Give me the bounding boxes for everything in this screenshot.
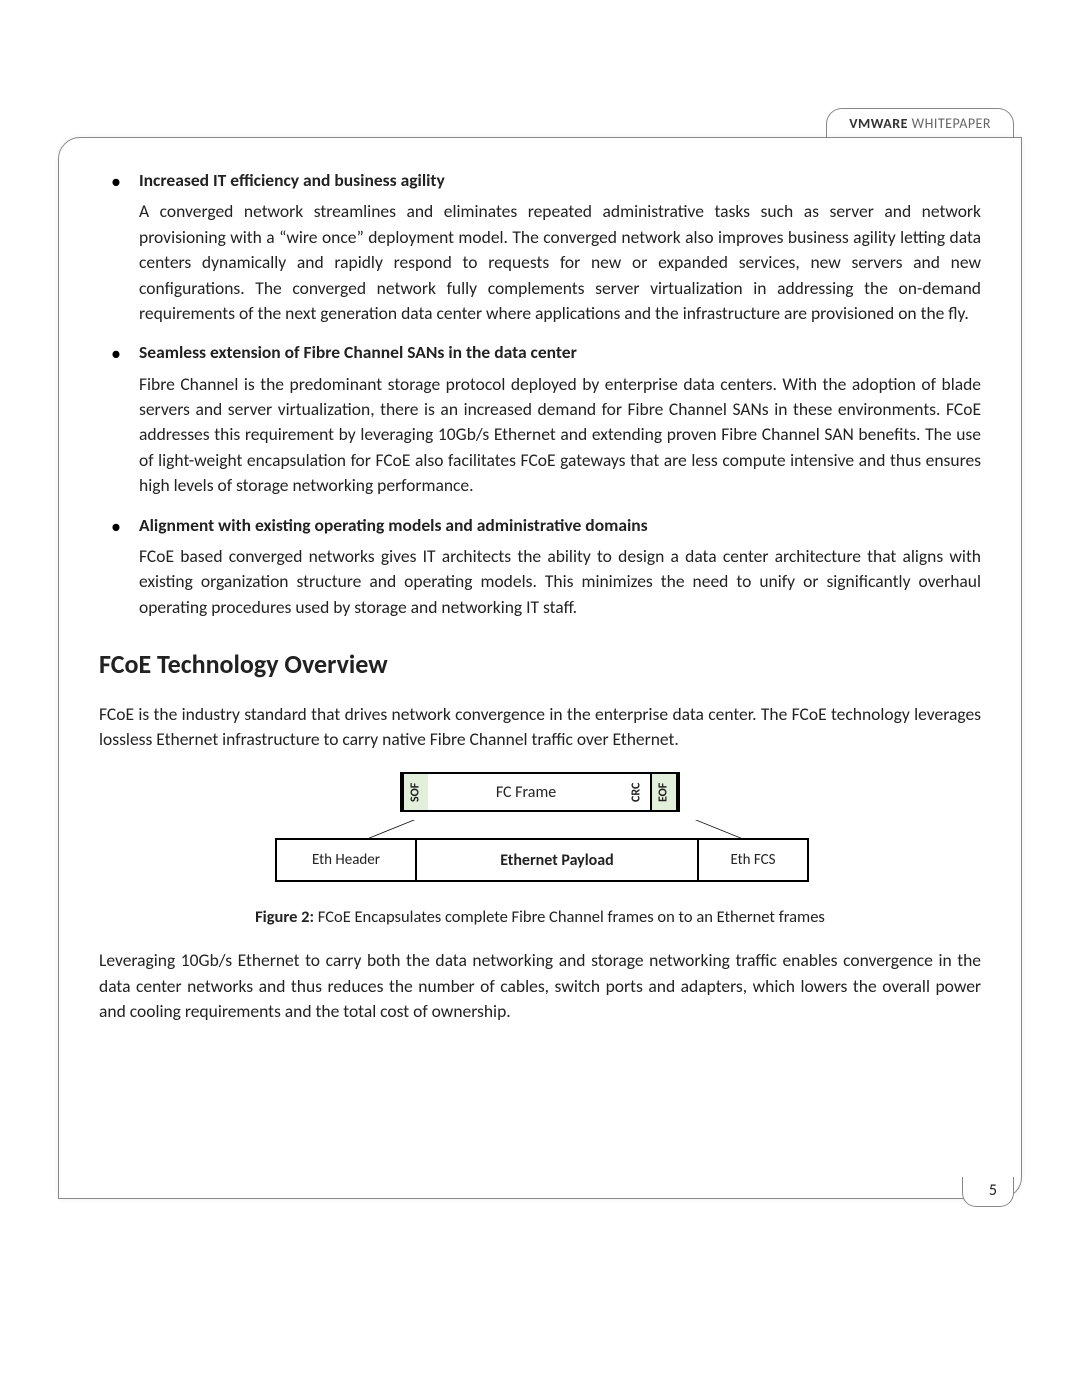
eth-payload-cell: Ethernet Payload [417,840,699,880]
header-brand: VMWARE [849,115,908,132]
figure-number: Figure 2: [255,907,314,927]
page-number: 5 [962,1177,1014,1207]
fc-crc-cell: CRC [624,774,652,810]
figure-fcoe-encapsulation: SOF FC Frame CRC EOF Eth Header Ethernet… [275,772,805,882]
bullet-list: Increased IT efficiency and business agi… [99,168,981,620]
bullet-body: FCoE based converged networks gives IT a… [139,544,981,620]
figure-connector [275,820,805,838]
closing-paragraph: Leveraging 10Gb/s Ethernet to carry both… [99,948,981,1024]
list-item: Seamless extension of Fibre Channel SANs… [99,340,981,498]
bullet-heading: Alignment with existing operating models… [139,513,981,538]
page-frame: Increased IT efficiency and business agi… [58,137,1022,1199]
figure-caption-text: FCoE Encapsulates complete Fibre Channel… [314,907,825,927]
bullet-heading: Increased IT efficiency and business agi… [139,168,981,193]
list-item: Increased IT efficiency and business agi… [99,168,981,326]
eth-header-cell: Eth Header [277,840,417,880]
section-heading: FCoE Technology Overview [99,646,981,684]
fc-sof-cell: SOF [402,774,428,810]
bullet-body: Fibre Channel is the predominant storage… [139,372,981,499]
fc-frame-cell: FC Frame [428,774,624,810]
list-item: Alignment with existing operating models… [99,513,981,621]
bullet-heading: Seamless extension of Fibre Channel SANs… [139,340,981,365]
header-label: WHITEPAPER [912,115,991,132]
fc-eof-cell: EOF [652,774,678,810]
header-tab: VMWARE WHITEPAPER [826,108,1014,138]
bullet-body: A converged network streamlines and elim… [139,199,981,326]
figure-caption: Figure 2: FCoE Encapsulates complete Fib… [99,906,981,930]
fc-frame-row: SOF FC Frame CRC EOF [275,772,805,812]
intro-paragraph: FCoE is the industry standard that drive… [99,702,981,753]
page-content: Increased IT efficiency and business agi… [99,168,981,1024]
eth-fcs-cell: Eth FCS [699,840,807,880]
ethernet-frame-row: Eth Header Ethernet Payload Eth FCS [275,838,809,882]
